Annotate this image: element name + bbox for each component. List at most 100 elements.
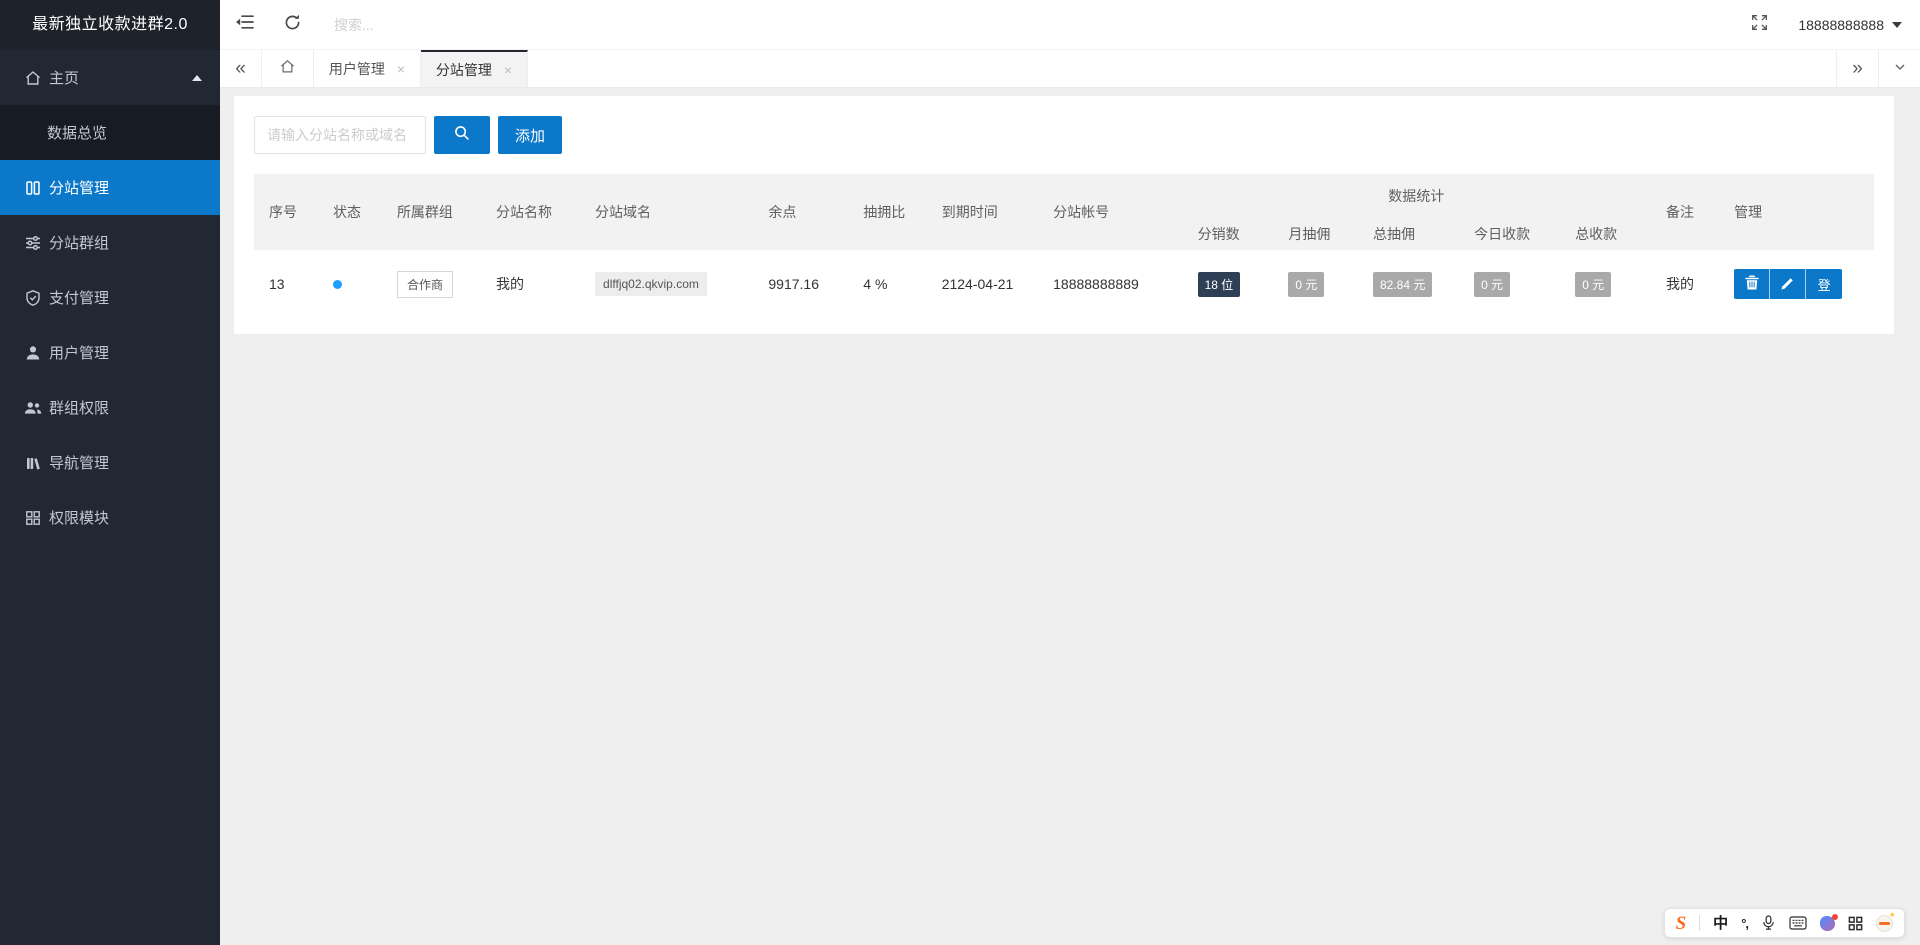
site-management-panel: 添加 序号 状态 所属群组 分站名称: [234, 96, 1894, 334]
sites-table: 序号 状态 所属群组 分站名称 分站域名 余点 抽拥比 到期时间 分站帐号 数据…: [254, 174, 1874, 318]
keyboard-icon[interactable]: [1789, 916, 1807, 930]
ime-skin-icon[interactable]: [1820, 913, 1838, 931]
col-header-rate: 抽拥比: [848, 174, 927, 250]
cell-expire: 2124-04-21: [926, 250, 1039, 318]
tabbar-spacer: [528, 50, 1836, 87]
sidebar-item-navigation[interactable]: 导航管理: [0, 435, 220, 490]
ime-emoji-icon[interactable]: ✦: [1876, 910, 1896, 932]
divider: [1699, 915, 1701, 931]
sidebar-item-label: 支付管理: [49, 290, 110, 307]
double-chevron-left-icon: «: [235, 57, 246, 79]
users-icon: [24, 399, 42, 417]
cell-seq: 13: [254, 250, 318, 318]
site-filter-input[interactable]: [254, 116, 426, 154]
cell-balance: 9917.16: [753, 250, 849, 318]
sliders-icon: [24, 234, 42, 252]
sidebar-item-label: 导航管理: [49, 455, 110, 472]
login-button[interactable]: 登: [1806, 269, 1843, 299]
total-commission-badge: 82.84 元: [1372, 271, 1433, 297]
col-header-total-income: 总收款: [1560, 218, 1652, 250]
add-site-button[interactable]: 添加: [498, 116, 562, 154]
col-header-site-name: 分站名称: [480, 174, 581, 250]
tab-label: 分站管理: [435, 61, 492, 78]
cell-site-name: 我的: [480, 250, 581, 318]
home-outline-icon: [279, 58, 296, 80]
sogou-logo-icon[interactable]: S: [1676, 914, 1687, 933]
sidebar-item-group-permissions[interactable]: 群组权限: [0, 380, 220, 435]
today-income-badge: 0 元: [1474, 271, 1511, 297]
chevron-down-icon: [1893, 58, 1907, 80]
home-tab-button[interactable]: [262, 50, 314, 87]
tab-site-management[interactable]: 分站管理 ×: [421, 50, 528, 87]
tabs-scroll-left-button[interactable]: «: [220, 50, 262, 87]
sparkle: ✦: [1888, 909, 1896, 920]
books-icon: [24, 454, 42, 472]
col-header-account: 分站帐号: [1038, 174, 1183, 250]
filter-toolbar: 添加: [254, 116, 1874, 154]
collapse-sidebar-button[interactable]: [220, 0, 268, 50]
sunglasses: [1879, 921, 1890, 925]
col-group-header-statistics: 数据统计: [1182, 174, 1652, 218]
sidebar-item-label: 群组权限: [49, 400, 110, 417]
edit-button[interactable]: [1770, 269, 1807, 299]
sidebar-item-payment[interactable]: 支付管理: [0, 270, 220, 325]
sidebar-item-label: 主页: [49, 70, 80, 87]
col-header-seq: 序号: [254, 174, 318, 250]
content-area: 添加 序号 状态 所属群组 分站名称: [220, 88, 1920, 944]
sidebar-item-label: 分站群组: [49, 235, 110, 252]
month-commission-badge: 0 元: [1288, 271, 1325, 297]
tab-user-management[interactable]: 用户管理 ×: [314, 50, 421, 87]
columns-icon: [24, 179, 42, 197]
col-header-domain: 分站域名: [580, 174, 754, 250]
col-header-total-commission: 总抽佣: [1357, 218, 1460, 250]
group-tag: 合作商: [396, 270, 453, 298]
col-header-group: 所属群组: [381, 174, 481, 250]
domain-tag[interactable]: dlffjq02.qkvip.com: [595, 272, 707, 296]
ime-punctuation-toggle[interactable]: °,: [1741, 917, 1749, 930]
ime-language-mode-toggle[interactable]: 中: [1713, 916, 1728, 931]
fullscreen-icon: [1751, 14, 1768, 36]
ime-toolbar: S 中 °, ✦: [1663, 908, 1905, 938]
user-icon: [24, 344, 42, 362]
microphone-icon[interactable]: [1761, 915, 1776, 931]
site-search-button[interactable]: [434, 116, 490, 154]
double-chevron-right-icon: »: [1852, 57, 1863, 79]
row-actions: 登: [1734, 269, 1843, 299]
col-header-today-income: 今日收款: [1459, 218, 1561, 250]
sidebar-item-data-overview[interactable]: 数据总览: [0, 105, 220, 160]
notification-dot: [1832, 913, 1838, 920]
tabbar: « 用户管理 × 分站管理 × »: [220, 50, 1920, 88]
tabs-scroll-right-button[interactable]: »: [1836, 50, 1878, 87]
ime-toolbox-icon[interactable]: [1848, 916, 1863, 931]
status-dot: [332, 280, 342, 289]
tab-label: 用户管理: [328, 60, 385, 77]
search-input[interactable]: [332, 15, 572, 34]
caret-down-icon: [1892, 21, 1902, 28]
col-header-remark: 备注: [1651, 174, 1720, 250]
topbar: 18888888888: [220, 0, 1920, 50]
pencil-icon: [1781, 276, 1795, 293]
sidebar-item-home[interactable]: 主页: [0, 50, 220, 105]
tabs-menu-button[interactable]: [1878, 50, 1920, 87]
sidebar-item-site-groups[interactable]: 分站群组: [0, 215, 220, 270]
col-header-month-commission: 月抽佣: [1273, 218, 1358, 250]
user-menu[interactable]: 18888888888: [1798, 17, 1902, 33]
sidebar-item-permission-modules[interactable]: 权限模块: [0, 490, 220, 545]
chevron-up-icon: [192, 74, 202, 81]
close-icon[interactable]: ×: [504, 63, 512, 77]
sidebar-item-label: 用户管理: [49, 345, 110, 362]
home-icon: [24, 69, 42, 87]
sidebar-item-site-management[interactable]: 分站管理: [0, 160, 220, 215]
refresh-button[interactable]: [268, 0, 316, 50]
sidebar-item-label: 权限模块: [49, 510, 110, 527]
fullscreen-button[interactable]: [1751, 14, 1768, 36]
close-icon[interactable]: ×: [397, 62, 405, 76]
sidebar: 最新独立收款进群2.0 主页 数据总览 分站管理 分站群组 支付管理 用户管理: [0, 0, 220, 945]
grid-icon: [24, 509, 42, 527]
delete-button[interactable]: [1734, 269, 1771, 299]
app-title: 最新独立收款进群2.0: [0, 0, 220, 50]
sidebar-item-users[interactable]: 用户管理: [0, 325, 220, 380]
menu-fold-icon: [235, 14, 254, 35]
table-row: 13 合作商 我的 dlffjq02.qkvip.com 9917.16 4 %…: [254, 250, 1874, 318]
total-income-badge: 0 元: [1575, 271, 1612, 297]
